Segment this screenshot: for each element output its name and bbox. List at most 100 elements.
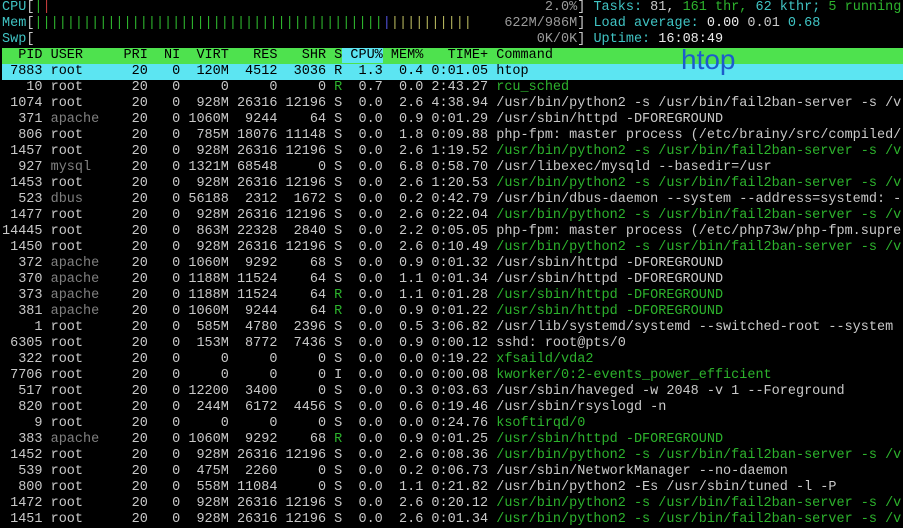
process-row-1453[interactable]: 1453 root 20 0 928M 26316 12196 S 0.0 2.…	[2, 176, 903, 192]
meter-fill-space	[51, 0, 545, 15]
cell-user: root	[51, 144, 124, 159]
meter-ticks-green: |	[34, 0, 42, 15]
cell-command: /usr/libexec/mysqld --basedir=/usr	[496, 160, 771, 175]
summary-text-0: Tasks:	[593, 0, 650, 15]
process-row-6305[interactable]: 6305 root 20 0 153M 8772 7436 S 0.0 0.9 …	[2, 336, 903, 352]
meter-value: 0K/0K	[537, 32, 578, 47]
summary-text-3: 0.68	[788, 16, 820, 31]
cell-stats: 20 0 928M 26316 12196	[124, 512, 335, 527]
cell-command: xfsaild/vda2	[496, 352, 593, 367]
process-row-539[interactable]: 539 root 20 0 475M 2260 0 S 0.0 0.2 0:06…	[2, 464, 903, 480]
table-header-row[interactable]: PID USER PRI NI VIRT RES SHR S CPU% MEM%…	[2, 48, 903, 64]
cell-usage: 0.0 0.0 0:24.76	[342, 416, 496, 431]
cell-command: php-fpm: master process (/etc/php73w/php…	[496, 224, 901, 239]
process-row-820[interactable]: 820 root 20 0 244M 6172 4456 S 0.0 0.6 0…	[2, 400, 903, 416]
terminal-screen: CPU[|| 2.0%] Tasks: 81, 161 thr, 62 kthr…	[0, 0, 903, 528]
process-row-1450[interactable]: 1450 root 20 0 928M 26316 12196 S 0.0 2.…	[2, 240, 903, 256]
cell-usage: 0.0 6.8 0:58.70	[342, 160, 496, 175]
process-row-7706[interactable]: 7706 root 20 0 0 0 0 I 0.0 0.0 0:00.08 k…	[2, 368, 903, 384]
cell-pid: 373	[2, 288, 51, 303]
cell-user: apache	[51, 304, 124, 319]
swp-meter-line: Swp[ 0K/0K] Uptime: 16:08:49	[2, 32, 903, 48]
cell-stats: 20 0 153M 8772 7436	[124, 336, 335, 351]
cell-command: sshd: root@pts/0	[496, 336, 626, 351]
cell-usage: 0.0 2.6 0:01.34	[342, 512, 496, 527]
col-header-cpu[interactable]: CPU%	[342, 48, 383, 63]
process-row-1477[interactable]: 1477 root 20 0 928M 26316 12196 S 0.0 2.…	[2, 208, 903, 224]
meter-ticks-yellow: ||||||||||	[391, 16, 472, 31]
summary-text-4: 5 running	[828, 0, 901, 15]
mem-meter-label: Mem	[2, 16, 26, 31]
cell-stats: 20 0 0 0 0	[124, 416, 335, 431]
cell-stats: 20 0 928M 26316 12196	[124, 496, 335, 511]
cell-stats: 20 0 1188M 11524 64	[124, 288, 335, 303]
cell-pid: 1457	[2, 144, 51, 159]
cell-usage: 0.0 2.6 1:20.53	[342, 176, 496, 191]
process-row-1074[interactable]: 1074 root 20 0 928M 26316 12196 S 0.0 2.…	[2, 96, 903, 112]
process-row-523[interactable]: 523 dbus 20 0 56188 2312 1672 S 0.0 0.2 …	[2, 192, 903, 208]
cell-user: root	[51, 384, 124, 399]
process-row-1472[interactable]: 1472 root 20 0 928M 26316 12196 S 0.0 2.…	[2, 496, 903, 512]
cell-command: rcu_sched	[496, 80, 569, 95]
cell-stats: 20 0 585M 4780 2396	[124, 320, 335, 335]
cell-user: root	[51, 480, 124, 495]
cell-pid: 539	[2, 464, 51, 479]
process-row-14445[interactable]: 14445 root 20 0 863M 22328 2840 S 0.0 2.…	[2, 224, 903, 240]
process-row-322[interactable]: 322 root 20 0 0 0 0 S 0.0 0.0 0:19.22 xf…	[2, 352, 903, 368]
meter-value: 622M/986M	[504, 16, 577, 31]
cell-usage: 0.0 1.1 0:01.28	[342, 288, 496, 303]
process-row-1[interactable]: 1 root 20 0 585M 4780 2396 S 0.0 0.5 3:0…	[2, 320, 903, 336]
cell-command: /usr/sbin/httpd -DFOREGROUND	[496, 288, 723, 303]
meter-ticks-blue: |	[383, 16, 391, 31]
process-row-1457[interactable]: 1457 root 20 0 928M 26316 12196 S 0.0 2.…	[2, 144, 903, 160]
process-row-1451[interactable]: 1451 root 20 0 928M 26316 12196 S 0.0 2.…	[2, 512, 903, 528]
cell-command: /usr/bin/python2 -s /usr/bin/fail2ban-se…	[496, 208, 901, 223]
cell-usage: 0.0 2.6 0:22.04	[342, 208, 496, 223]
cell-stats: 20 0 558M 11084 0	[124, 480, 335, 495]
col-header-mem-time[interactable]: MEM% TIME+	[383, 48, 496, 63]
summary-text-3: 62 kthr;	[756, 0, 829, 15]
cell-pid: 372	[2, 256, 51, 271]
cell-stats: 20 0 928M 26316 12196	[124, 208, 335, 223]
cell-command: /usr/bin/python2 -s /usr/bin/fail2ban-se…	[496, 512, 901, 527]
col-header-pid[interactable]: PID	[2, 48, 51, 63]
cell-stats: 20 0 785M 18076 11148	[124, 128, 335, 143]
process-row-806[interactable]: 806 root 20 0 785M 18076 11148 S 0.0 1.8…	[2, 128, 903, 144]
process-row-517[interactable]: 517 root 20 0 12200 3400 0 S 0.0 0.3 0:0…	[2, 384, 903, 400]
col-header-stats[interactable]: PRI NI VIRT RES SHR S	[124, 48, 343, 63]
cell-usage: 0.0 1.1 0:21.82	[342, 480, 496, 495]
cell-user: apache	[51, 288, 124, 303]
process-row-1452[interactable]: 1452 root 20 0 928M 26316 12196 S 0.0 2.…	[2, 448, 903, 464]
cell-pid: 6305	[2, 336, 51, 351]
cell-user: dbus	[51, 192, 124, 207]
cell-pid: 1074	[2, 96, 51, 111]
cell-user: root	[51, 496, 124, 511]
cell-command: /usr/sbin/NetworkManager --no-daemon	[496, 464, 788, 479]
htop-watermark-text: htop	[681, 44, 736, 76]
col-header-command[interactable]: Command	[496, 48, 553, 63]
process-row-9[interactable]: 9 root 20 0 0 0 0 S 0.0 0.0 0:24.76 ksof…	[2, 416, 903, 432]
process-row-372[interactable]: 372 apache 20 0 1060M 9292 68 S 0.0 0.9 …	[2, 256, 903, 272]
cell-usage: 0.0 2.2 0:05.05	[342, 224, 496, 239]
col-header-user[interactable]: USER	[51, 48, 124, 63]
cell-command: /usr/bin/python2 -s /usr/bin/fail2ban-se…	[496, 144, 901, 159]
process-row-927[interactable]: 927 mysql 20 0 1321M 68548 0 S 0.0 6.8 0…	[2, 160, 903, 176]
cell-stats: 20 0 928M 26316 12196	[124, 176, 335, 191]
process-row-800[interactable]: 800 root 20 0 558M 11084 0 S 0.0 1.1 0:2…	[2, 480, 903, 496]
cell-stats: 20 0 928M 26316 12196	[124, 448, 335, 463]
cell-stats: 20 0 928M 26316 12196	[124, 240, 335, 255]
process-row-371[interactable]: 371 apache 20 0 1060M 9244 64 S 0.0 0.9 …	[2, 112, 903, 128]
process-row-381[interactable]: 381 apache 20 0 1060M 9244 64 R 0.0 0.9 …	[2, 304, 903, 320]
cell-usage: 1.3 0.4 0:01.05	[342, 64, 496, 79]
summary-text-1: 81,	[650, 0, 682, 15]
process-row-373[interactable]: 373 apache 20 0 1188M 11524 64 R 0.0 1.1…	[2, 288, 903, 304]
cell-pid: 1451	[2, 512, 51, 527]
process-row-7883[interactable]: 7883 root 20 0 120M 4512 3036 R 1.3 0.4 …	[2, 64, 903, 80]
process-row-370[interactable]: 370 apache 20 0 1188M 11524 64 S 0.0 1.1…	[2, 272, 903, 288]
cell-pid: 1452	[2, 448, 51, 463]
cell-stats: 20 0 1060M 9244 64	[124, 112, 335, 127]
process-row-10[interactable]: 10 root 20 0 0 0 0 R 0.7 0.0 2:43.27 rcu…	[2, 80, 903, 96]
cell-user: apache	[51, 432, 124, 447]
process-row-383[interactable]: 383 apache 20 0 1060M 9292 68 R 0.0 0.9 …	[2, 432, 903, 448]
cell-usage: 0.0 0.9 0:01.29	[342, 112, 496, 127]
